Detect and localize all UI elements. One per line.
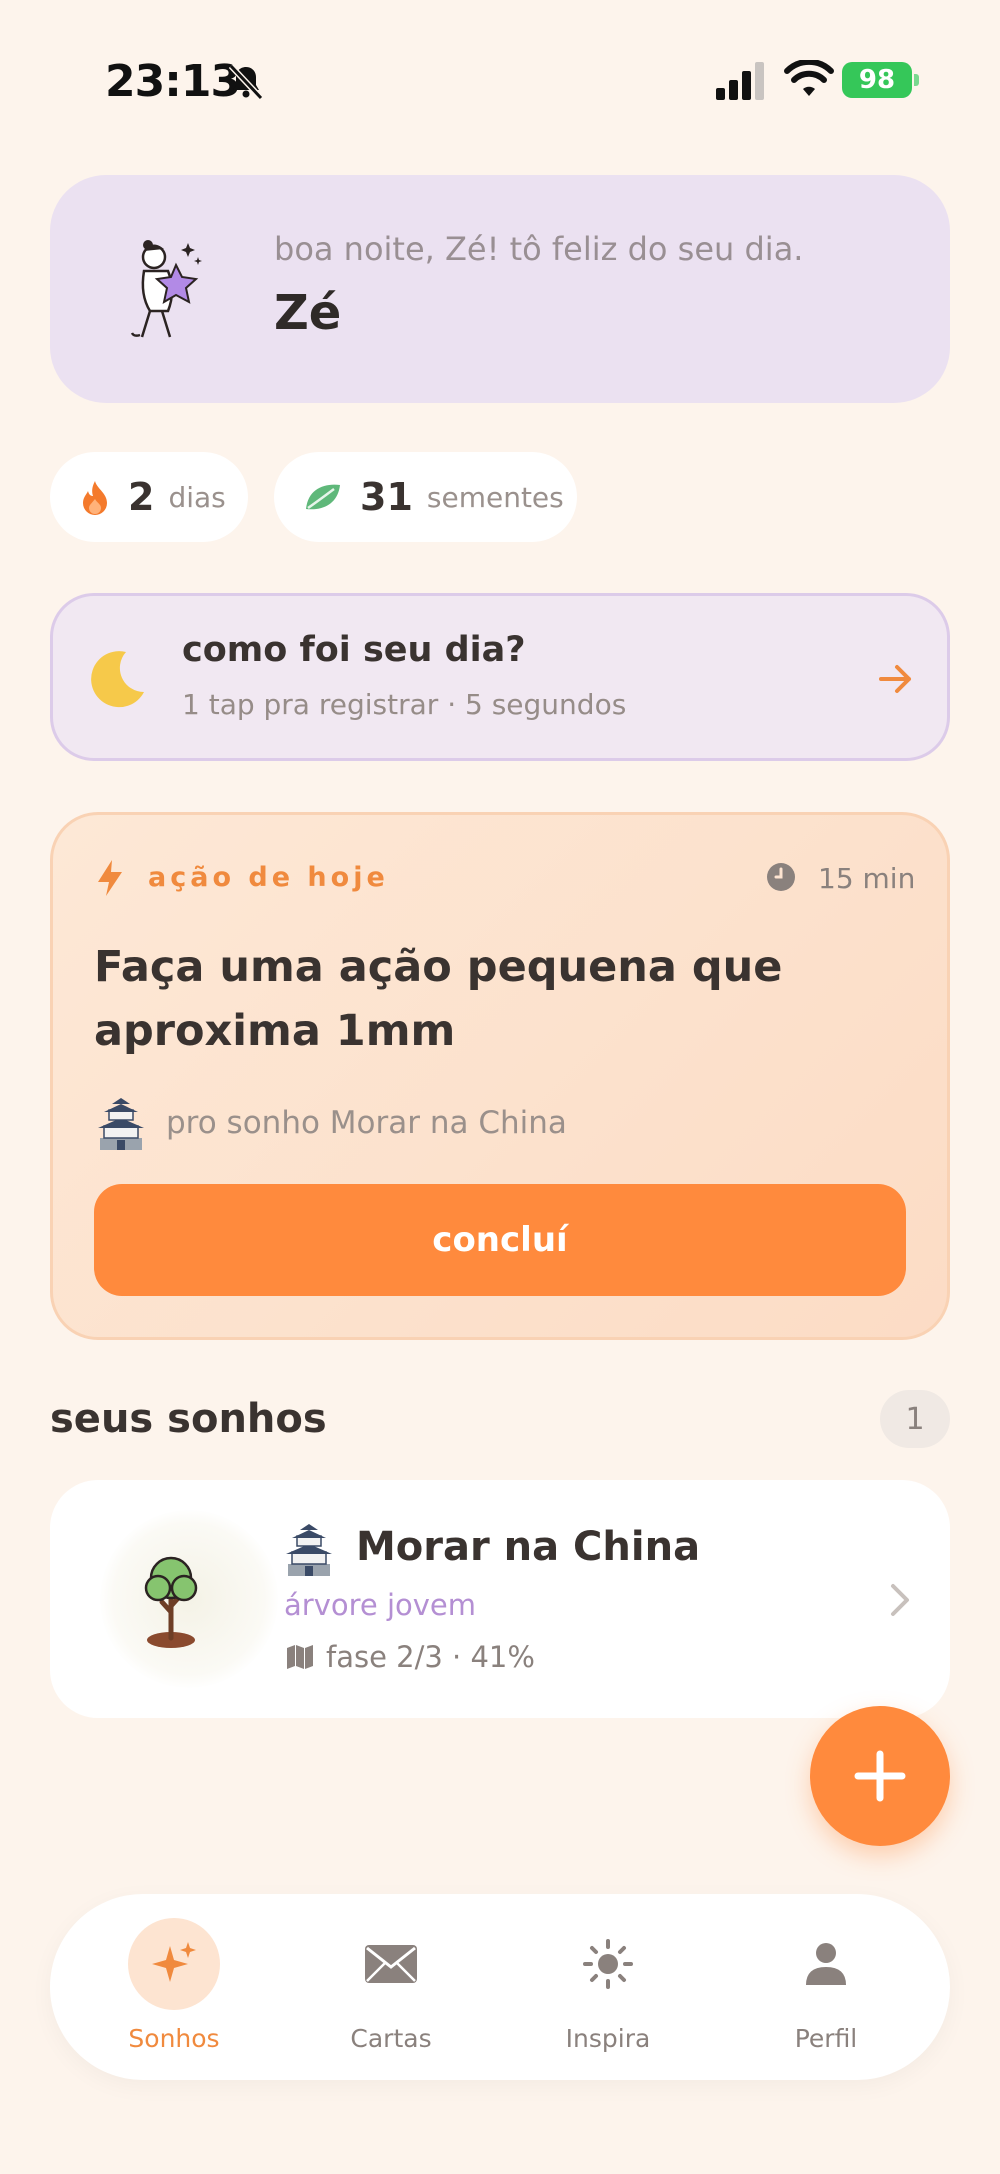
nav-label-sonhos: Sonhos xyxy=(128,2024,220,2053)
person-icon xyxy=(806,1943,846,1985)
leaf-icon xyxy=(306,484,340,510)
sun-icon xyxy=(583,1939,633,1989)
girl-with-star-illustration xyxy=(130,240,202,338)
action-dream-reference: pro sonho Morar na China xyxy=(166,1105,567,1141)
flame-icon xyxy=(83,481,107,515)
complete-action-button[interactable]: concluí xyxy=(94,1184,906,1296)
clock-icon xyxy=(767,863,795,891)
lightning-icon xyxy=(98,860,122,896)
nav-label-perfil: Perfil xyxy=(794,2024,858,2053)
young-tree-icon xyxy=(144,1556,198,1648)
nav-tab-cartas[interactable]: Cartas xyxy=(311,1918,471,2058)
reflection-subtitle: 1 tap pra registrar · 5 segundos xyxy=(182,688,627,721)
action-title: Faça uma ação pequena que aproxima 1mm xyxy=(94,942,783,1056)
streak-chip[interactable]: 2 dias xyxy=(50,452,248,542)
daily-reflection-card[interactable] xyxy=(50,593,950,761)
seeds-value: 31 xyxy=(360,475,413,519)
dreams-count-badge: 1 xyxy=(880,1390,950,1448)
envelope-icon xyxy=(365,1945,417,1983)
battery-cap xyxy=(914,74,919,86)
nav-tab-sonhos[interactable]: Sonhos xyxy=(94,1918,254,2058)
nav-label-cartas: Cartas xyxy=(350,2024,432,2053)
crescent-moon-icon xyxy=(91,651,144,708)
battery-indicator: 98 xyxy=(842,62,912,98)
action-label: ação de hoje xyxy=(148,862,389,893)
plus-icon xyxy=(854,1750,906,1802)
streak-value: 2 xyxy=(128,475,155,519)
bell-muted-icon xyxy=(228,63,264,101)
add-dream-button[interactable] xyxy=(810,1706,950,1846)
nav-tab-inspira[interactable]: Inspira xyxy=(528,1918,688,2058)
dream-progress: fase 2/3 · 41% xyxy=(326,1640,535,1674)
reflection-title: como foi seu dia? xyxy=(182,630,526,670)
sparkles-icon xyxy=(152,1942,196,1982)
dream-title: Morar na China xyxy=(356,1524,701,1570)
japanese-castle-icon xyxy=(98,1098,144,1150)
dream-stage: árvore jovem xyxy=(284,1588,476,1622)
map-icon xyxy=(287,1645,313,1669)
status-time: 23:13 xyxy=(105,56,241,107)
user-name: Zé xyxy=(274,285,342,341)
cellular-signal-icon xyxy=(716,62,764,100)
wifi-icon xyxy=(784,60,834,96)
dreams-section-title: seus sonhos xyxy=(50,1396,327,1442)
seeds-chip[interactable]: 31 sementes xyxy=(274,452,577,542)
nav-label-inspira: Inspira xyxy=(565,2024,651,2053)
seeds-unit: sementes xyxy=(426,480,564,514)
chevron-right-icon[interactable] xyxy=(888,1582,912,1618)
nav-tab-perfil[interactable]: Perfil xyxy=(746,1918,906,2058)
arrow-right-icon[interactable] xyxy=(875,658,917,700)
japanese-castle-icon xyxy=(286,1524,332,1576)
streak-unit: dias xyxy=(168,480,226,514)
greeting-text: boa noite, Zé! tô feliz do seu dia. xyxy=(274,230,804,268)
action-duration: 15 min xyxy=(818,862,916,895)
